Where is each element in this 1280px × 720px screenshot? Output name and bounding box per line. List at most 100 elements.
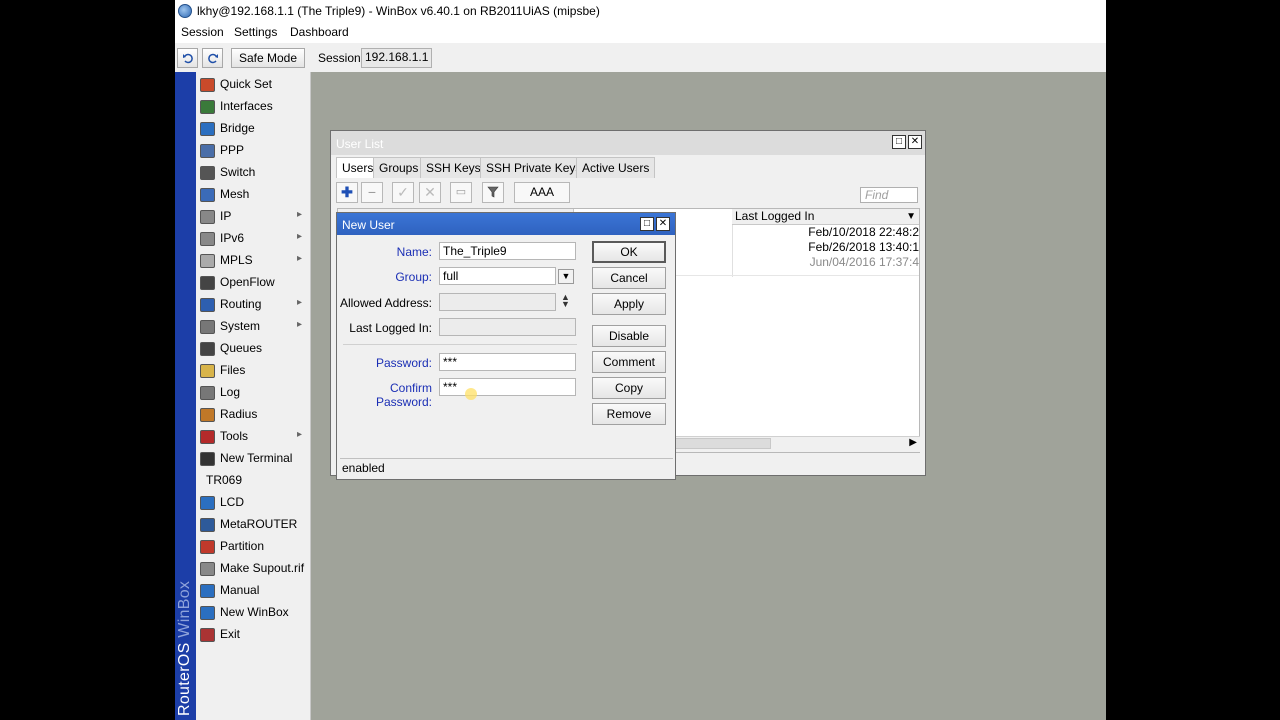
filter-icon bbox=[487, 186, 499, 198]
column-dropdown-icon[interactable]: ▼ bbox=[906, 209, 916, 224]
confirm-password-label: Confirm Password: bbox=[375, 381, 432, 409]
name-field[interactable]: The_Triple9 bbox=[439, 242, 576, 260]
minus-icon: − bbox=[367, 184, 377, 200]
submenu-arrow-icon: ▸ bbox=[296, 209, 302, 220]
tab-groups[interactable]: Groups bbox=[373, 157, 425, 178]
session-value: 192.168.1.1 bbox=[361, 48, 433, 68]
sidebar-item-label: LCD bbox=[220, 495, 245, 509]
table-row[interactable]: Feb/10/2018 22:48:2 bbox=[808, 225, 919, 239]
scroll-right-icon[interactable]: ▶ bbox=[909, 437, 917, 448]
menu-session[interactable]: Session bbox=[181, 25, 224, 39]
maximize-button[interactable]: □ bbox=[892, 135, 906, 149]
sidebar-item-metarouter[interactable]: MetaROUTER bbox=[196, 514, 310, 536]
winbox-window: lkhy@192.168.1.1 (The Triple9) - WinBox … bbox=[175, 0, 1106, 720]
routing-icon bbox=[200, 298, 215, 312]
sidebar-item-manual[interactable]: Manual bbox=[196, 580, 310, 602]
interfaces-icon bbox=[200, 100, 215, 114]
sidebar-item-label: Files bbox=[220, 363, 246, 377]
sidebar-item-ppp[interactable]: PPP bbox=[196, 140, 310, 162]
disable-button[interactable]: Disable bbox=[592, 325, 666, 347]
apply-button[interactable]: Apply bbox=[592, 293, 666, 315]
sidebar-item-new-winbox[interactable]: New WinBox bbox=[196, 602, 310, 624]
sidebar-item-mpls[interactable]: MPLS ▸ bbox=[196, 250, 310, 272]
allowed-address-field[interactable] bbox=[439, 293, 556, 311]
enable-button[interactable]: ✓ bbox=[392, 182, 414, 203]
copy-button[interactable]: Copy bbox=[592, 377, 666, 399]
close-button[interactable]: ✕ bbox=[908, 135, 922, 149]
sidebar-item-lcd[interactable]: LCD bbox=[196, 492, 310, 514]
sidebar-item-log[interactable]: Log bbox=[196, 382, 310, 404]
sidebar-item-ip[interactable]: IP ▸ bbox=[196, 206, 310, 228]
sidebar-item-exit[interactable]: Exit bbox=[196, 624, 310, 646]
new-user-title-bar[interactable]: New User □ ✕ bbox=[337, 213, 675, 235]
comment-button[interactable]: ▭ bbox=[450, 182, 472, 203]
group-label: Group: bbox=[395, 270, 432, 284]
sidebar-item-quick-set[interactable]: Quick Set bbox=[196, 74, 310, 96]
sidebar-item-label: TR069 bbox=[206, 473, 243, 487]
menu-dashboard[interactable]: Dashboard bbox=[290, 25, 349, 39]
add-button[interactable]: ✚ bbox=[336, 182, 358, 203]
column-last-logged-in[interactable]: Last Logged In ▼ bbox=[732, 209, 919, 225]
sidebar-item-label: PPP bbox=[220, 143, 245, 157]
redo-button[interactable] bbox=[202, 48, 223, 68]
sidebar-item-mesh[interactable]: Mesh bbox=[196, 184, 310, 206]
remove-button[interactable]: Remove bbox=[592, 403, 666, 425]
tab-ssh-private-keys[interactable]: SSH Private Keys bbox=[480, 157, 588, 178]
sidebar-item-ipv6[interactable]: IPv6 ▸ bbox=[196, 228, 310, 250]
lcd-icon bbox=[200, 496, 215, 510]
partition-icon bbox=[200, 540, 215, 554]
files-icon bbox=[200, 364, 215, 378]
safe-mode-button[interactable]: Safe Mode bbox=[231, 48, 305, 68]
disable-button[interactable]: ✕ bbox=[419, 182, 441, 203]
sidebar-item-label: Partition bbox=[220, 539, 265, 553]
group-select[interactable]: full bbox=[439, 267, 556, 285]
tools-icon bbox=[200, 430, 215, 444]
sidebar-item-switch[interactable]: Switch bbox=[196, 162, 310, 184]
sidebar-item-tr069[interactable]: TR069 bbox=[196, 470, 310, 492]
sidebar-item-tools[interactable]: Tools ▸ bbox=[196, 426, 310, 448]
sidebar-item-files[interactable]: Files bbox=[196, 360, 310, 382]
mpls-icon bbox=[200, 254, 215, 268]
sidebar-item-label: New Terminal bbox=[220, 451, 293, 465]
table-row[interactable]: Jun/04/2016 17:37:4 bbox=[810, 255, 919, 269]
confirm-password-field[interactable]: *** bbox=[439, 378, 576, 396]
find-input[interactable]: Find bbox=[860, 187, 918, 203]
comment-button[interactable]: Comment bbox=[592, 351, 666, 373]
ok-button[interactable]: OK bbox=[592, 241, 666, 263]
undo-button[interactable] bbox=[177, 48, 198, 68]
menu-bar: Session Settings Dashboard bbox=[175, 23, 1106, 43]
user-list-title-bar[interactable]: User List □ ✕ bbox=[331, 131, 925, 155]
sidebar-item-routing[interactable]: Routing ▸ bbox=[196, 294, 310, 316]
close-button[interactable]: ✕ bbox=[656, 217, 670, 231]
sidebar-item-radius[interactable]: Radius bbox=[196, 404, 310, 426]
sidebar-item-system[interactable]: System ▸ bbox=[196, 316, 310, 338]
aaa-button[interactable]: AAA bbox=[514, 182, 570, 203]
cancel-button[interactable]: Cancel bbox=[592, 267, 666, 289]
password-field[interactable]: *** bbox=[439, 353, 576, 371]
sidebar-item-queues[interactable]: Queues bbox=[196, 338, 310, 360]
sidebar-item-make-supout-rif[interactable]: Make Supout.rif bbox=[196, 558, 310, 580]
menu-settings[interactable]: Settings bbox=[234, 25, 277, 39]
table-row[interactable]: Feb/26/2018 13:40:1 bbox=[808, 240, 919, 254]
sidebar-item-new-terminal[interactable]: New Terminal bbox=[196, 448, 310, 470]
submenu-arrow-icon: ▸ bbox=[296, 231, 302, 242]
brand-text: RouterOS WinBox bbox=[176, 580, 193, 716]
sidebar-item-label: MetaROUTER bbox=[220, 517, 298, 531]
group-dropdown-button[interactable]: ▼ bbox=[558, 269, 574, 284]
sidebar-item-partition[interactable]: Partition bbox=[196, 536, 310, 558]
remove-button[interactable]: − bbox=[361, 182, 383, 203]
sidebar-item-bridge[interactable]: Bridge bbox=[196, 118, 310, 140]
maximize-button[interactable]: □ bbox=[640, 217, 654, 231]
tab-active-users[interactable]: Active Users bbox=[576, 157, 656, 178]
last-logged-in-field bbox=[439, 318, 576, 336]
tab-ssh-keys[interactable]: SSH Keys bbox=[420, 157, 487, 178]
new-user-dialog: New User □ ✕ Name: The_Triple9 Group: fu… bbox=[336, 212, 676, 480]
sidebar-item-interfaces[interactable]: Interfaces bbox=[196, 96, 310, 118]
sidebar-item-label: Exit bbox=[220, 627, 241, 641]
add-remove-address-icon[interactable]: ▲ ▼ bbox=[561, 293, 570, 309]
submenu-arrow-icon: ▸ bbox=[296, 253, 302, 264]
sidebar: Quick Set Interfaces Bridge PPP Switch Mesh IP… bbox=[196, 72, 311, 720]
terminal-icon bbox=[200, 452, 215, 466]
filter-button[interactable] bbox=[482, 182, 504, 203]
sidebar-item-openflow[interactable]: OpenFlow bbox=[196, 272, 310, 294]
